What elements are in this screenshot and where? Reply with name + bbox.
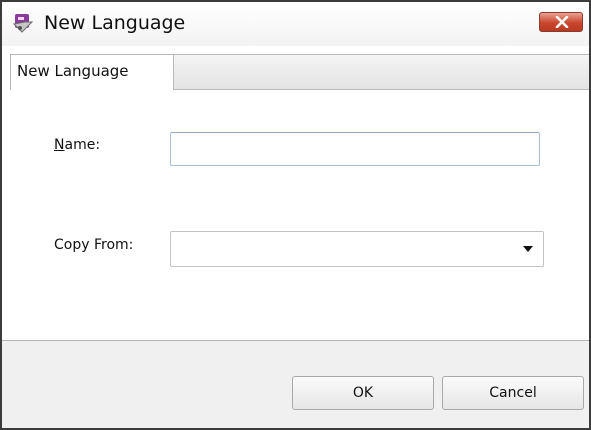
new-language-dialog: New Language New Language Name: Copy Fro… <box>0 0 591 430</box>
ok-button[interactable]: OK <box>292 376 434 410</box>
cancel-button[interactable]: Cancel <box>442 376 584 410</box>
window-title: New Language <box>44 12 186 34</box>
button-bar: OK Cancel <box>2 341 589 428</box>
tab-label: New Language <box>17 62 129 80</box>
chevron-down-icon[interactable] <box>523 246 533 252</box>
close-icon <box>555 16 569 28</box>
close-button[interactable] <box>539 12 583 32</box>
tab-strip-background <box>172 54 589 90</box>
name-input[interactable] <box>170 132 540 166</box>
name-label-text: ame: <box>64 137 101 153</box>
language-app-icon <box>12 12 34 34</box>
form-panel: Name: Copy From: <box>2 90 589 340</box>
copy-from-label: Copy From: <box>54 237 134 253</box>
tab-strip: New Language <box>2 46 589 91</box>
title-bar[interactable]: New Language <box>2 2 589 46</box>
name-label: Name: <box>54 135 100 155</box>
name-label-mnemonic: N <box>54 137 65 153</box>
copy-from-dropdown[interactable] <box>170 231 544 267</box>
tab-new-language[interactable]: New Language <box>10 54 174 91</box>
